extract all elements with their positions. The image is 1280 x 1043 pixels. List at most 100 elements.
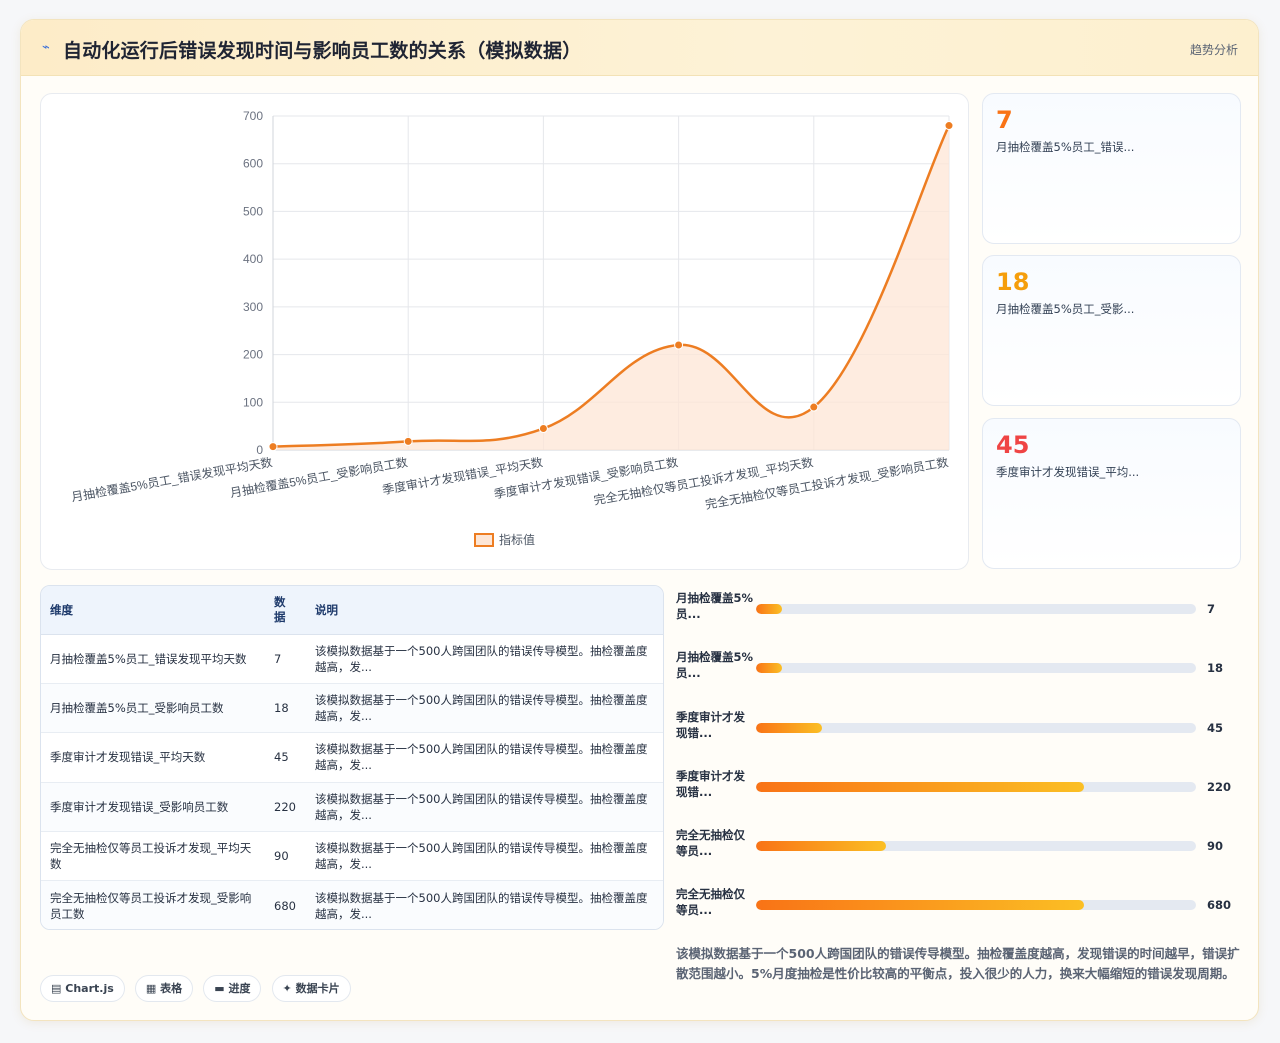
progress-fill bbox=[756, 782, 1084, 792]
progress-label: 月抽检覆盖5%员... bbox=[676, 650, 754, 680]
cell-value: 45 bbox=[265, 732, 306, 783]
data-table: 维度 数据 说明 月抽检覆盖5%员工_错误发现平均天数 7 该模拟数据基于一个5… bbox=[41, 586, 663, 929]
table-row: 季度审计才发现错误_平均天数 45 该模拟数据基于一个500人跨国团队的错误传导… bbox=[41, 732, 663, 783]
progress-item: 季度审计才发现错... 45 bbox=[676, 709, 1246, 749]
trend-analysis-link[interactable]: 趋势分析 bbox=[1190, 41, 1238, 58]
cell-dimension: 季度审计才发现错误_平均天数 bbox=[41, 732, 265, 783]
tag-progress[interactable]: ▬ 进度 bbox=[203, 975, 262, 1002]
cell-description: 该模拟数据基于一个500人跨国团队的错误传导模型。抽检覆盖度越高，发... bbox=[306, 634, 663, 684]
progress-label: 季度审计才发现错... bbox=[676, 710, 745, 740]
cell-dimension: 季度审计才发现错误_受影响员工数 bbox=[41, 782, 265, 833]
legend-swatch bbox=[474, 533, 494, 547]
table-header-row: 维度 数据 说明 bbox=[41, 586, 663, 635]
data-point bbox=[944, 121, 954, 131]
progress-fill bbox=[756, 604, 783, 614]
y-tick-label: 200 bbox=[243, 348, 263, 362]
tag-data-cards[interactable]: ✦ 数据卡片 bbox=[271, 975, 351, 1002]
progress-track bbox=[756, 841, 1196, 851]
cell-value: 18 bbox=[265, 683, 306, 734]
chart-icon: ▤ bbox=[51, 982, 62, 995]
tag-chartjs[interactable]: ▤ Chart.js bbox=[40, 975, 125, 1002]
progress-item: 月抽检覆盖5%员... 18 bbox=[676, 649, 1246, 689]
legend-label: 指标值 bbox=[499, 532, 535, 547]
data-point bbox=[538, 424, 548, 434]
stat-label: 季度审计才发现错误_平均... bbox=[996, 465, 1140, 479]
table-row: 月抽检覆盖5%员工_错误发现平均天数 7 该模拟数据基于一个500人跨国团队的错… bbox=[41, 634, 663, 684]
page-title: 自动化运行后错误发现时间与影响员工数的关系（模拟数据） bbox=[63, 40, 582, 62]
tag-label: 数据卡片 bbox=[295, 982, 340, 995]
progress-item: 完全无抽检仅等员... 90 bbox=[676, 827, 1246, 867]
progress-icon: ▬ bbox=[214, 982, 225, 995]
y-tick-label: 500 bbox=[243, 204, 263, 218]
progress-track bbox=[756, 604, 1196, 614]
dashboard-card: ⌁ 自动化运行后错误发现时间与影响员工数的关系（模拟数据） 趋势分析 0 100 2… bbox=[20, 19, 1259, 1021]
stat-value: 7 bbox=[996, 106, 1013, 134]
progress-label: 季度审计才发现错... bbox=[676, 769, 745, 799]
data-table-panel: 维度 数据 说明 月抽检覆盖5%员工_错误发现平均天数 7 该模拟数据基于一个5… bbox=[40, 585, 664, 930]
tech-tags: ▤ Chart.js ▦ 表格 ▬ 进度 ✦ 数据卡片 bbox=[40, 975, 356, 1003]
stat-card-2: 18 月抽检覆盖5%员工_受影... bbox=[982, 255, 1241, 406]
table-row: 完全无抽检仅等员工投诉才发现_受影响员工数 680 该模拟数据基于一个500人跨… bbox=[41, 880, 663, 929]
table-row: 完全无抽检仅等员工投诉才发现_平均天数 90 该模拟数据基于一个500人跨国团队… bbox=[41, 831, 663, 882]
progress-track bbox=[756, 723, 1196, 733]
progress-label: 完全无抽检仅等员... bbox=[676, 828, 745, 858]
data-point bbox=[674, 340, 684, 350]
cell-dimension: 完全无抽检仅等员工投诉才发现_平均天数 bbox=[41, 831, 265, 882]
column-header-data: 数据 bbox=[265, 586, 306, 635]
y-tick-label: 100 bbox=[243, 395, 263, 409]
y-tick-label: 600 bbox=[243, 157, 263, 171]
tag-label: 表格 bbox=[160, 982, 183, 995]
tag-table[interactable]: ▦ 表格 bbox=[134, 975, 194, 1002]
progress-value: 220 bbox=[1207, 780, 1232, 794]
progress-item: 月抽检覆盖5%员... 7 bbox=[676, 590, 1246, 630]
header: ⌁ 自动化运行后错误发现时间与影响员工数的关系（模拟数据） 趋势分析 bbox=[21, 20, 1258, 76]
progress-item: 完全无抽检仅等员... 680 bbox=[676, 886, 1246, 926]
progress-value: 90 bbox=[1207, 839, 1224, 853]
chart-line-icon: ⌁ bbox=[42, 40, 50, 55]
progress-track bbox=[756, 663, 1196, 673]
progress-track bbox=[756, 900, 1196, 910]
data-point bbox=[268, 442, 278, 452]
progress-value: 18 bbox=[1207, 661, 1224, 675]
cell-value: 220 bbox=[265, 782, 306, 833]
cell-description: 该模拟数据基于一个500人跨国团队的错误传导模型。抽检覆盖度越高，发... bbox=[306, 880, 663, 929]
progress-value: 45 bbox=[1207, 721, 1224, 735]
progress-label: 完全无抽检仅等员... bbox=[676, 887, 745, 917]
progress-item: 季度审计才发现错... 220 bbox=[676, 768, 1246, 808]
x-tick-label: 完全无抽检仅等员工投诉才发现_受影响员工数 bbox=[704, 454, 950, 512]
table-row: 月抽检覆盖5%员工_受影响员工数 18 该模拟数据基于一个500人跨国团队的错误… bbox=[41, 683, 663, 734]
cell-description: 该模拟数据基于一个500人跨国团队的错误传导模型。抽检覆盖度越高，发... bbox=[306, 782, 663, 833]
line-chart-panel: 0 100 200 300 400 500 600 700 月抽检覆盖5%员工_错误发现平均天数… bbox=[40, 93, 969, 570]
x-tick-label: 完全无抽检仅等员工投诉才发现_平均天数 bbox=[592, 454, 814, 507]
progress-fill bbox=[756, 723, 822, 733]
progress-fill bbox=[756, 663, 783, 673]
sparkle-icon: ✦ bbox=[282, 982, 292, 995]
cell-description: 该模拟数据基于一个500人跨国团队的错误传导模型。抽检覆盖度越高，发... bbox=[306, 683, 663, 734]
y-tick-label: 0 bbox=[256, 443, 263, 457]
cell-dimension: 完全无抽检仅等员工投诉才发现_受影响员工数 bbox=[41, 880, 265, 929]
data-point bbox=[403, 436, 413, 446]
summary-note: 该模拟数据基于一个500人跨国团队的错误传导模型。抽检覆盖度越高，发现错误的时间… bbox=[676, 946, 1240, 981]
column-header-dimension: 维度 bbox=[41, 586, 265, 635]
cell-description: 该模拟数据基于一个500人跨国团队的错误传导模型。抽检覆盖度越高，发... bbox=[306, 732, 663, 783]
cell-dimension: 月抽检覆盖5%员工_受影响员工数 bbox=[41, 683, 265, 734]
column-header-description: 说明 bbox=[306, 586, 663, 635]
stat-value: 18 bbox=[996, 268, 1030, 296]
progress-value: 680 bbox=[1207, 898, 1232, 912]
progress-value: 7 bbox=[1207, 602, 1216, 616]
cell-value: 680 bbox=[265, 880, 306, 929]
y-tick-label: 700 bbox=[243, 109, 263, 123]
progress-fill bbox=[756, 900, 1084, 910]
cell-value: 90 bbox=[265, 831, 306, 882]
stat-value: 45 bbox=[996, 431, 1030, 459]
stat-label: 月抽检覆盖5%员工_受影... bbox=[996, 302, 1135, 316]
cell-description: 该模拟数据基于一个500人跨国团队的错误传导模型。抽检覆盖度越高，发... bbox=[306, 831, 663, 882]
cell-dimension: 月抽检覆盖5%员工_错误发现平均天数 bbox=[41, 634, 265, 684]
progress-label: 月抽检覆盖5%员... bbox=[676, 591, 754, 621]
cell-value: 7 bbox=[265, 634, 306, 684]
table-icon: ▦ bbox=[145, 982, 157, 995]
stat-card-3: 45 季度审计才发现错误_平均... bbox=[982, 418, 1241, 569]
progress-track bbox=[756, 782, 1196, 792]
table-row: 季度审计才发现错误_受影响员工数 220 该模拟数据基于一个500人跨国团队的错… bbox=[41, 782, 663, 833]
tag-label: 进度 bbox=[228, 982, 251, 995]
